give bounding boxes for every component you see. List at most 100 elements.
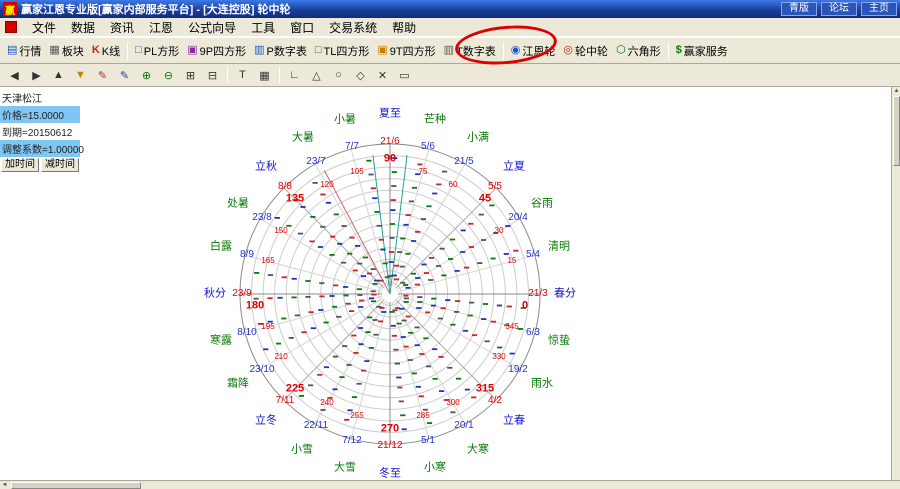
menu-window[interactable]: 窗口 <box>290 19 314 36</box>
tl-square-button[interactable]: □ TL四方形 <box>311 40 374 62</box>
nine-p-square-button[interactable]: ▣ 9P四方形 <box>183 40 250 62</box>
wheel-in-wheel-icon: ◎ <box>563 45 573 56</box>
app-logo-icon: 赢 <box>3 2 17 16</box>
back-arrow-button[interactable]: ◀ <box>4 66 25 85</box>
main-toolbar: ▤ 行情 ▦ 板块 K K线 □ PL方形 ▣ 9P四方形 ▥ P数字表 □ T… <box>0 37 900 64</box>
kline-button[interactable]: K K线 <box>88 40 124 62</box>
gann-wheel-button[interactable]: ◉ 江恩轮 <box>507 40 560 62</box>
t-number-table-icon: ▥ <box>444 45 454 56</box>
toolbar-separator <box>503 42 504 60</box>
add-circle-button[interactable]: ⊕ <box>136 66 157 85</box>
subtract-time-button[interactable]: 减时间 <box>41 158 79 172</box>
drawbar-separator <box>279 67 280 83</box>
price-field[interactable]: 价格=15.0000 <box>0 106 80 123</box>
window-title: 赢家江恩专业版[赢家内部服务平台] - [大连控股] 轮中轮 <box>21 1 777 17</box>
menu-trading-system[interactable]: 交易系统 <box>329 19 377 36</box>
vertical-scrollbar[interactable]: ▲ <box>891 87 900 480</box>
tool-label: T数字表 <box>456 43 496 59</box>
tool-label: 9T四方形 <box>390 43 436 59</box>
grid-tool-icon: ▦ <box>259 69 269 82</box>
menu-formula-wizard[interactable]: 公式向导 <box>188 19 236 36</box>
vertical-scroll-thumb[interactable] <box>893 96 900 166</box>
delete-tool-button[interactable]: ✕ <box>372 66 393 85</box>
red-pencil-icon: ✎ <box>98 69 107 82</box>
market-quotes-button[interactable]: ▤ 行情 <box>3 40 45 62</box>
rectangle-tool-button[interactable]: ▭ <box>394 66 415 85</box>
menu-tools[interactable]: 工具 <box>251 19 275 36</box>
circle-tool-button[interactable]: ○ <box>328 66 349 85</box>
sectors-button[interactable]: ▦ 板块 <box>45 40 87 62</box>
chart-workspace: 春分21/3清明5/4谷雨20/4立夏5/5小满21/5芒种5/6夏至21/6小… <box>0 87 900 480</box>
menu-gann[interactable]: 江恩 <box>149 19 173 36</box>
drawing-toolbar: ◀ ▶ ▲ ▼ ✎ ✎ ⊕ ⊖ ⊞ ⊟ T ▦ ∟ △ ○ ◇ ✕ ▭ <box>0 64 900 87</box>
menu-help[interactable]: 帮助 <box>392 19 416 36</box>
stock-name-label: 天津松江 <box>0 89 80 106</box>
kline-icon: K <box>92 45 100 56</box>
winner-service-button[interactable]: $ 赢家服务 <box>672 40 732 62</box>
tool-label: PL方形 <box>144 43 179 59</box>
forward-arrow-button[interactable]: ▶ <box>26 66 47 85</box>
up-arrow-button[interactable]: ▲ <box>48 66 69 85</box>
tool-label: 9P四方形 <box>200 43 246 59</box>
nine-t-square-button[interactable]: ▣ 9T四方形 <box>373 40 439 62</box>
homepage-button[interactable]: 主页 <box>861 2 897 16</box>
wheel-in-wheel-button[interactable]: ◎ 轮中轮 <box>559 40 612 62</box>
app-menu-icon <box>5 21 17 33</box>
grid-tool-button[interactable]: ▦ <box>254 66 275 85</box>
scroll-left-icon[interactable]: ◄ <box>0 481 9 489</box>
triangle-tool-button[interactable]: △ <box>306 66 327 85</box>
p-number-table-button[interactable]: ▥ P数字表 <box>250 40 311 62</box>
remove-circle-button[interactable]: ⊖ <box>158 66 179 85</box>
tool-label: 江恩轮 <box>522 43 555 59</box>
diamond-tool-button[interactable]: ◇ <box>350 66 371 85</box>
zoom-out-icon: ⊟ <box>208 69 217 82</box>
filter-button[interactable]: ▼ <box>70 66 91 85</box>
pl-square-button[interactable]: □ PL方形 <box>131 40 183 62</box>
zoom-in-button[interactable]: ⊞ <box>180 66 201 85</box>
hexagon-button[interactable]: ⬡ 六角形 <box>612 40 665 62</box>
up-arrow-icon: ▲ <box>53 69 64 81</box>
tool-label: 六角形 <box>628 43 661 59</box>
rectangle-tool-icon: ▭ <box>399 69 409 82</box>
toolbar-separator <box>668 42 669 60</box>
title-bar: 赢 赢家江恩专业版[赢家内部服务平台] - [大连控股] 轮中轮 青版 论坛 主… <box>0 0 900 18</box>
adjust-factor-field[interactable]: 调整系数=1.00000 <box>0 140 80 157</box>
hexagon-icon: ⬡ <box>616 45 626 56</box>
sectors-icon: ▦ <box>49 45 59 56</box>
gann-wheel-icon: ◉ <box>511 45 521 56</box>
t-number-table-button[interactable]: ▥ T数字表 <box>440 40 500 62</box>
tool-label: TL四方形 <box>324 43 370 59</box>
gann-wheel-chart <box>0 87 891 480</box>
menu-data[interactable]: 数据 <box>71 19 95 36</box>
text-tool-button[interactable]: T <box>232 66 253 85</box>
horizontal-scroll-thumb[interactable] <box>11 482 141 489</box>
parameter-panel: 天津松江 价格=15.0000 到期=20150612 调整系数=1.00000… <box>0 89 80 173</box>
back-arrow-icon: ◀ <box>10 69 18 82</box>
expiry-field[interactable]: 到期=20150612 <box>0 123 80 140</box>
tool-label: 板块 <box>62 43 84 59</box>
blue-pencil-icon: ✎ <box>120 69 129 82</box>
zoom-out-button[interactable]: ⊟ <box>202 66 223 85</box>
forum-button[interactable]: 论坛 <box>821 2 857 16</box>
angle-tool-icon: ∟ <box>289 69 300 81</box>
add-time-button[interactable]: 加时间 <box>1 158 39 172</box>
blue-pencil-button[interactable]: ✎ <box>114 66 135 85</box>
zoom-in-icon: ⊞ <box>186 69 195 82</box>
nine-t-square-icon: ▣ <box>377 45 387 56</box>
circle-tool-icon: ○ <box>335 69 342 81</box>
angle-tool-button[interactable]: ∟ <box>284 66 305 85</box>
p-number-table-icon: ▥ <box>254 45 264 56</box>
remove-circle-icon: ⊖ <box>164 69 173 82</box>
menu-file[interactable]: 文件 <box>32 19 56 36</box>
horizontal-scrollbar[interactable]: ◄ <box>0 480 900 489</box>
red-pencil-button[interactable]: ✎ <box>92 66 113 85</box>
qingban-button[interactable]: 青版 <box>781 2 817 16</box>
tool-label: 行情 <box>19 43 41 59</box>
triangle-tool-icon: △ <box>312 69 320 82</box>
scroll-up-icon[interactable]: ▲ <box>892 87 900 95</box>
quotes-icon: ▤ <box>7 45 17 56</box>
pl-square-icon: □ <box>135 45 142 56</box>
menu-news[interactable]: 资讯 <box>110 19 134 36</box>
text-tool-icon: T <box>239 69 246 81</box>
nine-p-square-icon: ▣ <box>187 45 197 56</box>
